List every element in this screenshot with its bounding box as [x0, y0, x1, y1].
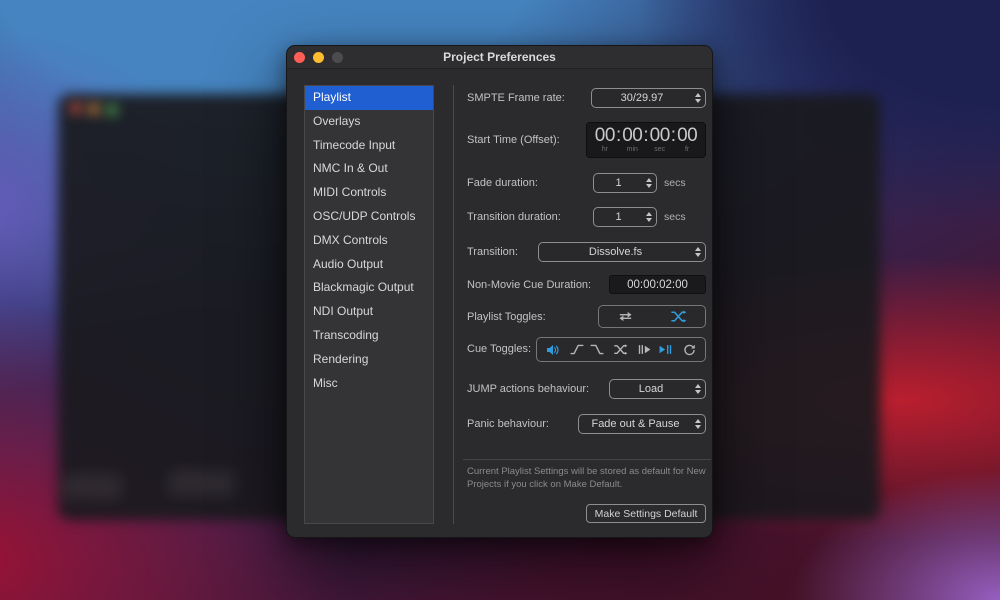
- timecode-separator: :: [615, 125, 622, 146]
- transition-duration-unit: secs: [664, 207, 686, 227]
- zoom-button[interactable]: [332, 52, 343, 63]
- timecode-separator: :: [642, 125, 649, 146]
- title-bar[interactable]: Project Preferences: [287, 46, 712, 69]
- fade-duration-value: 1: [594, 177, 643, 189]
- blurred-traffic-light-orange: [88, 103, 100, 115]
- sidebar-item-overlays[interactable]: Overlays: [305, 110, 433, 134]
- sidebar-item-ndi-output[interactable]: NDI Output: [305, 300, 433, 324]
- blurred-button: [62, 474, 122, 500]
- transition-duration-value: 1: [594, 211, 643, 223]
- footer-divider: [463, 459, 711, 460]
- timecode-hours: 00: [595, 125, 615, 146]
- project-preferences-window: Project Preferences Playlist Overlays Ti…: [286, 45, 713, 538]
- stepper-arrows-icon: [643, 212, 656, 222]
- non-movie-cue-duration-label: Non-Movie Cue Duration:: [467, 275, 591, 295]
- crossfade-icon[interactable]: [613, 343, 628, 356]
- jump-actions-behaviour-label: JUMP actions behaviour:: [467, 379, 589, 399]
- note-line-2: Projects if you click on Make Default.: [467, 479, 717, 492]
- sidebar-item-timecode-input[interactable]: Timecode Input: [305, 134, 433, 158]
- fade-duration-stepper[interactable]: 1: [593, 173, 657, 193]
- shuffle-icon[interactable]: [670, 309, 687, 324]
- timecode-minutes: 00: [622, 125, 642, 146]
- sidebar-item-midi-controls[interactable]: MIDI Controls: [305, 181, 433, 205]
- sidebar-item-blackmagic-output[interactable]: Blackmagic Output: [305, 276, 433, 300]
- transition-value: Dissolve.fs: [539, 246, 692, 258]
- stepper-arrows-icon: [692, 419, 705, 429]
- make-settings-default-button[interactable]: Make Settings Default: [586, 504, 706, 523]
- pause-at-end-icon[interactable]: [658, 343, 673, 356]
- window-title: Project Preferences: [443, 50, 556, 64]
- timecode-seconds: 00: [650, 125, 670, 146]
- fade-out-icon[interactable]: [590, 343, 604, 356]
- stepper-arrows-icon: [692, 93, 705, 103]
- sidebar-item-dmx-controls[interactable]: DMX Controls: [305, 229, 433, 253]
- stepper-arrows-icon: [692, 247, 705, 257]
- timecode-minutes-unit: min: [627, 146, 638, 154]
- transition-select[interactable]: Dissolve.fs: [538, 242, 706, 262]
- timecode-hours-unit: hr: [602, 146, 608, 154]
- note-line-1: Current Playlist Settings will be stored…: [467, 466, 717, 479]
- sidebar-item-nmc-in-out[interactable]: NMC In & Out: [305, 157, 433, 181]
- sidebar-item-rendering[interactable]: Rendering: [305, 348, 433, 372]
- playlist-toggles-label: Playlist Toggles:: [467, 307, 546, 327]
- sidebar-item-misc[interactable]: Misc: [305, 372, 433, 396]
- timecode-frames-unit: fr: [685, 146, 689, 154]
- non-movie-cue-duration-field[interactable]: 00:00:02:00: [609, 275, 706, 294]
- sidebar-item-osc-udp-controls[interactable]: OSC/UDP Controls: [305, 205, 433, 229]
- non-movie-cue-duration-value: 00:00:02:00: [627, 279, 688, 291]
- traffic-lights: [294, 46, 343, 69]
- timecode-frames: 00: [677, 125, 697, 146]
- transition-label: Transition:: [467, 242, 518, 262]
- default-settings-note: Current Playlist Settings will be stored…: [467, 466, 717, 491]
- stepper-arrows-icon: [692, 384, 705, 394]
- start-time-timecode-field[interactable]: 00hr : 00min : 00sec : 00fr: [586, 122, 706, 158]
- panic-behaviour-label: Panic behaviour:: [467, 414, 549, 434]
- fade-duration-unit: secs: [664, 173, 686, 193]
- close-button[interactable]: [294, 52, 305, 63]
- play-next-icon[interactable]: [637, 343, 652, 356]
- fade-duration-label: Fade duration:: [467, 173, 538, 193]
- panel-divider: [453, 85, 454, 524]
- panic-behaviour-select[interactable]: Fade out & Pause: [578, 414, 706, 434]
- loop-icon[interactable]: [682, 343, 697, 357]
- preferences-sidebar: Playlist Overlays Timecode Input NMC In …: [304, 85, 434, 524]
- blurred-button: [168, 470, 236, 496]
- smpte-frame-rate-select[interactable]: 30/29.97: [591, 88, 706, 108]
- playlist-toggles-group: [598, 305, 706, 328]
- blurred-traffic-light-green: [106, 104, 118, 116]
- repeat-icon[interactable]: [617, 309, 634, 324]
- cue-toggles-group: [536, 337, 706, 362]
- jump-actions-behaviour-value: Load: [610, 383, 692, 395]
- smpte-frame-rate-value: 30/29.97: [592, 92, 692, 104]
- blurred-traffic-light-red: [70, 102, 82, 114]
- smpte-frame-rate-label: SMPTE Frame rate:: [467, 88, 565, 108]
- panic-behaviour-value: Fade out & Pause: [579, 418, 692, 430]
- sidebar-item-audio-output[interactable]: Audio Output: [305, 253, 433, 277]
- fade-in-icon[interactable]: [570, 343, 584, 356]
- timecode-seconds-unit: sec: [654, 146, 665, 154]
- cue-toggles-label: Cue Toggles:: [467, 339, 531, 359]
- volume-icon[interactable]: [545, 343, 561, 357]
- jump-actions-behaviour-select[interactable]: Load: [609, 379, 706, 399]
- sidebar-item-transcoding[interactable]: Transcoding: [305, 324, 433, 348]
- transition-duration-stepper[interactable]: 1: [593, 207, 657, 227]
- stepper-arrows-icon: [643, 178, 656, 188]
- timecode-separator: :: [670, 125, 677, 146]
- transition-duration-label: Transition duration:: [467, 207, 561, 227]
- minimize-button[interactable]: [313, 52, 324, 63]
- start-time-offset-label: Start Time (Offset):: [467, 130, 560, 150]
- sidebar-item-playlist[interactable]: Playlist: [305, 86, 433, 110]
